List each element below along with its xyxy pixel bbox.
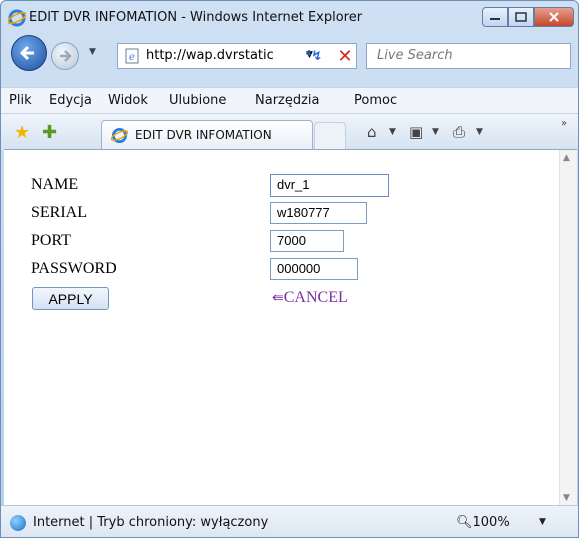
name-input[interactable]: dvr_1 bbox=[270, 174, 389, 197]
zoom-level[interactable]: 🔍︎100% bbox=[456, 515, 510, 530]
back-link-icon: ⇚ bbox=[272, 291, 284, 306]
browser-window: EDIT DVR INFOMATION - Windows Internet E… bbox=[0, 0, 579, 538]
status-zone-text: Internet | Tryb chroniony: wyłączony bbox=[33, 515, 269, 530]
cancel-link[interactable]: ⇚CANCEL bbox=[272, 289, 348, 307]
close-button[interactable] bbox=[534, 7, 574, 27]
zoom-icon: 🔍︎ bbox=[456, 515, 473, 530]
zoom-dropdown-icon[interactable]: ▼ bbox=[539, 517, 546, 527]
window-title: EDIT DVR INFOMATION - Windows Internet E… bbox=[29, 10, 363, 25]
close-icon bbox=[549, 12, 559, 22]
page-content: NAME dvr_1 SERIAL w180777 PORT 7000 PASS… bbox=[4, 149, 577, 506]
minimize-icon bbox=[490, 18, 500, 20]
back-arrow-icon bbox=[19, 45, 34, 61]
globe-icon bbox=[10, 515, 26, 531]
menu-file[interactable]: Plik bbox=[9, 93, 32, 108]
password-label: PASSWORD bbox=[31, 260, 117, 277]
cancel-label[interactable]: CANCEL bbox=[284, 289, 348, 306]
page-icon: e bbox=[125, 48, 139, 64]
apply-button[interactable]: APPLY bbox=[32, 287, 109, 310]
zoom-value: 100% bbox=[472, 515, 510, 530]
ie-logo-icon bbox=[8, 9, 26, 27]
address-text[interactable]: http://wap.dvrstatic bbox=[146, 48, 296, 63]
menu-tools[interactable]: Narzędzia bbox=[255, 93, 320, 108]
scroll-down-icon[interactable]: ▼ bbox=[563, 493, 570, 503]
serial-input[interactable]: w180777 bbox=[270, 202, 367, 224]
feeds-dropdown-icon[interactable]: ▼ bbox=[432, 127, 439, 137]
home-dropdown-icon[interactable]: ▼ bbox=[389, 127, 396, 137]
serial-label: SERIAL bbox=[31, 204, 87, 221]
maximize-icon bbox=[515, 12, 527, 22]
maximize-button[interactable] bbox=[508, 7, 534, 27]
minimize-button[interactable] bbox=[482, 7, 508, 27]
vertical-scrollbar[interactable]: ▲ ▼ bbox=[559, 150, 577, 506]
print-dropdown-icon[interactable]: ▼ bbox=[476, 127, 483, 137]
menu-help[interactable]: Pomoc bbox=[354, 93, 397, 108]
star-favorites-icon[interactable]: ★ bbox=[14, 122, 30, 143]
menu-view[interactable]: Widok bbox=[108, 93, 148, 108]
name-label: NAME bbox=[31, 176, 79, 193]
stop-icon: ✕ bbox=[337, 45, 353, 67]
feeds-icon[interactable]: ▣ bbox=[409, 123, 423, 141]
add-favorite-icon[interactable]: ✚ bbox=[42, 122, 57, 143]
status-bar: Internet | Tryb chroniony: wyłączony 🔍︎1… bbox=[1, 505, 578, 537]
menu-edit[interactable]: Edycja bbox=[49, 93, 92, 108]
refresh-icon: ⁴↯ bbox=[305, 48, 323, 64]
forward-button[interactable] bbox=[51, 42, 79, 70]
port-input[interactable]: 7000 bbox=[270, 230, 344, 252]
history-dropdown-icon[interactable]: ▼ bbox=[89, 47, 96, 57]
menu-bar: Plik Edycja Widok Ulubione Narzędzia Pom… bbox=[1, 87, 578, 114]
ie-logo-icon bbox=[111, 127, 128, 144]
stop-button[interactable]: ✕ bbox=[332, 43, 358, 69]
menu-favorites[interactable]: Ulubione bbox=[169, 93, 226, 108]
refresh-button[interactable]: ⁴↯ bbox=[301, 43, 327, 69]
forward-arrow-icon bbox=[60, 50, 72, 62]
toolbar-overflow-icon[interactable]: » bbox=[561, 118, 567, 129]
scroll-up-icon[interactable]: ▲ bbox=[563, 153, 570, 163]
search-box[interactable]: Live Search bbox=[366, 43, 571, 69]
port-label: PORT bbox=[31, 232, 71, 249]
tab-edit-dvr[interactable]: EDIT DVR INFOMATION bbox=[101, 120, 313, 150]
password-input[interactable]: 000000 bbox=[270, 258, 358, 280]
tab-label: EDIT DVR INFOMATION bbox=[135, 128, 272, 142]
search-placeholder[interactable]: Live Search bbox=[377, 48, 453, 63]
navigation-bar: ▼ e http://wap.dvrstatic ▼ ⁴↯ ✕ Live Sea… bbox=[1, 35, 578, 87]
home-icon[interactable]: ⌂ bbox=[367, 123, 377, 141]
back-button[interactable] bbox=[11, 35, 47, 71]
svg-text:e: e bbox=[129, 52, 135, 63]
print-icon[interactable]: ⎙ bbox=[453, 123, 465, 141]
new-tab-button[interactable] bbox=[314, 122, 346, 149]
tab-toolbar: ★ ✚ EDIT DVR INFOMATION ⌂ ▼ ▣ ▼ ⎙ ▼ » bbox=[1, 113, 578, 150]
window-controls bbox=[482, 7, 574, 27]
title-bar: EDIT DVR INFOMATION - Windows Internet E… bbox=[1, 1, 578, 35]
